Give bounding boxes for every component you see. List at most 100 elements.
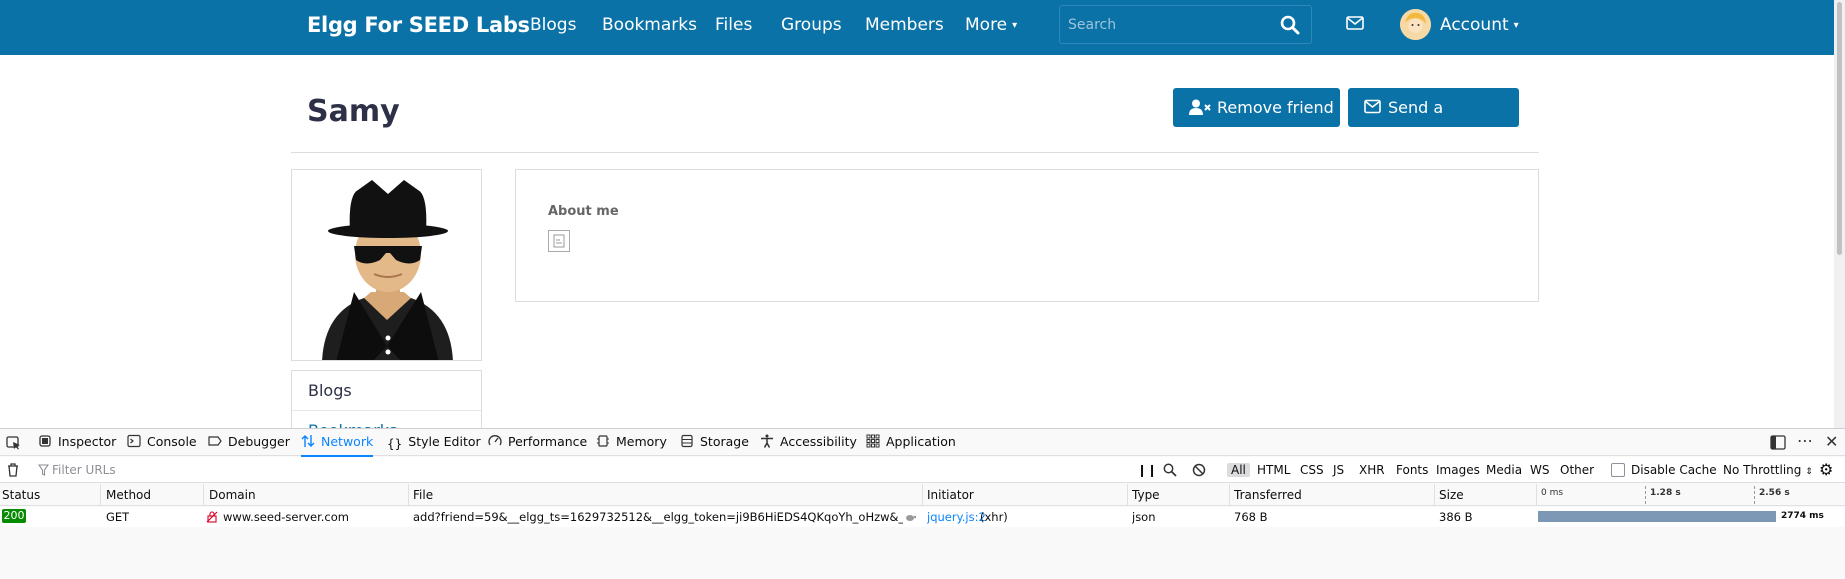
filter-fonts[interactable]: Fonts	[1396, 463, 1428, 477]
page-title: Samy	[307, 94, 400, 129]
tab-debugger[interactable]: Debugger	[208, 434, 290, 449]
tab-style-editor[interactable]: {} Style Editor	[387, 434, 481, 451]
col-status[interactable]: Status	[2, 488, 40, 502]
tab-application[interactable]: Application	[866, 434, 956, 449]
initiator-type: (xhr)	[980, 510, 1008, 524]
devtools-panel: Inspector Console Debugger Network {} Sty…	[0, 428, 1845, 579]
filter-html[interactable]: HTML	[1257, 463, 1290, 477]
close-icon[interactable]: ✕	[1825, 432, 1838, 451]
search-icon[interactable]	[1280, 15, 1300, 35]
nav-blogs[interactable]: Blogs	[530, 15, 576, 35]
accessibility-icon	[760, 434, 774, 448]
col-method[interactable]: Method	[106, 488, 151, 502]
request-type: json	[1132, 510, 1156, 524]
filter-media[interactable]: Media	[1486, 463, 1522, 477]
braces-icon: {}	[387, 437, 403, 451]
tab-memory-label: Memory	[616, 434, 667, 449]
nav-files[interactable]: Files	[715, 15, 752, 35]
tab-network-label: Network	[321, 434, 374, 449]
col-divider	[100, 484, 101, 506]
filter-images[interactable]: Images	[1436, 463, 1480, 477]
filter-js[interactable]: JS	[1333, 463, 1344, 477]
tab-debugger-label: Debugger	[228, 434, 290, 449]
col-divider	[408, 484, 409, 506]
waterfall-tick-line	[1645, 486, 1646, 504]
filter-all[interactable]: All	[1227, 463, 1250, 477]
tab-performance-label: Performance	[508, 434, 588, 449]
gauge-icon	[488, 434, 502, 448]
trash-icon[interactable]	[6, 462, 20, 477]
spy-avatar-image	[292, 170, 481, 360]
network-arrows-icon	[301, 434, 315, 448]
filter-css[interactable]: CSS	[1300, 463, 1324, 477]
account-menu[interactable]: Account ▾	[1440, 15, 1519, 35]
scrollbar-thumb[interactable]	[1837, 2, 1842, 255]
remove-friend-label: Remove friend	[1217, 98, 1334, 117]
user-avatar[interactable]	[1400, 9, 1431, 40]
nav-groups[interactable]: Groups	[781, 15, 842, 35]
profile-photo	[291, 169, 482, 361]
account-label: Account	[1440, 15, 1509, 35]
throttling-select[interactable]: No Throttling ⇕	[1723, 463, 1813, 477]
col-size[interactable]: Size	[1439, 488, 1464, 502]
col-transferred[interactable]: Transferred	[1234, 488, 1302, 502]
tab-inspector[interactable]: Inspector	[38, 434, 116, 449]
tab-style-editor-label: Style Editor	[408, 434, 481, 449]
filter-xhr[interactable]: XHR	[1359, 463, 1385, 477]
col-divider	[1434, 484, 1435, 506]
tab-performance[interactable]: Performance	[488, 434, 587, 449]
status-badge: 200	[2, 509, 26, 523]
col-domain[interactable]: Domain	[209, 488, 256, 502]
tab-accessibility[interactable]: Accessibility	[760, 434, 857, 449]
waterfall-bar	[1538, 511, 1776, 522]
search-input[interactable]	[1068, 15, 1268, 35]
tab-accessibility-label: Accessibility	[780, 434, 857, 449]
waterfall-tick-line	[1754, 486, 1755, 504]
throttling-value: No Throttling	[1723, 463, 1802, 477]
devtools-toolbar: Inspector Console Debugger Network {} Sty…	[0, 429, 1845, 457]
user-times-icon	[1189, 99, 1211, 115]
tab-network[interactable]: Network	[301, 434, 374, 457]
side-menu-blogs[interactable]: Blogs	[292, 371, 481, 411]
turtle-icon	[906, 515, 916, 521]
tab-application-label: Application	[886, 434, 956, 449]
send-message-button[interactable]: Send a message	[1348, 88, 1519, 156]
settings-gear-icon[interactable]: ⚙	[1819, 460, 1833, 479]
filter-urls-input[interactable]	[52, 461, 332, 479]
side-menu-bookmarks[interactable]: Bookmarks	[292, 411, 481, 428]
table-row[interactable]: 200 GET www.seed-server.com add?friend=5…	[0, 507, 1845, 527]
element-picker-icon[interactable]	[6, 436, 21, 450]
tab-console[interactable]: Console	[127, 434, 197, 449]
search-icon[interactable]	[1163, 463, 1177, 477]
site-brand-link[interactable]: Elgg For SEED Labs	[307, 13, 530, 37]
filter-other[interactable]: Other	[1560, 463, 1594, 477]
remove-friend-button[interactable]: Remove friend	[1173, 88, 1340, 127]
messages-envelope-icon[interactable]	[1346, 15, 1364, 31]
disable-cache-label[interactable]: Disable Cache	[1631, 463, 1717, 477]
request-method: GET	[106, 510, 130, 524]
filter-ws[interactable]: WS	[1530, 463, 1549, 477]
pause-icon[interactable]: ❙❙	[1137, 463, 1157, 477]
dock-side-icon[interactable]	[1770, 435, 1786, 450]
col-type[interactable]: Type	[1132, 488, 1160, 502]
initiator-link[interactable]: jquery.js:2	[927, 510, 986, 524]
col-file[interactable]: File	[413, 488, 433, 502]
page-scrollbar[interactable]	[1834, 0, 1845, 428]
more-options-icon[interactable]: ⋯	[1797, 431, 1813, 450]
filter-funnel-icon	[38, 464, 49, 476]
tab-console-label: Console	[147, 434, 197, 449]
col-divider	[922, 484, 923, 506]
nav-bookmarks[interactable]: Bookmarks	[602, 15, 697, 35]
tab-storage[interactable]: Storage	[680, 434, 749, 449]
disable-cache-checkbox[interactable]	[1611, 463, 1625, 477]
request-transferred: 768 B	[1234, 510, 1268, 524]
about-me-card: About me	[515, 169, 1539, 302]
nav-more[interactable]: More ▾	[965, 15, 1017, 35]
block-icon[interactable]	[1192, 463, 1206, 477]
debugger-icon	[208, 434, 222, 448]
tab-memory[interactable]: Memory	[596, 434, 667, 449]
memory-chip-icon	[596, 434, 610, 448]
nav-members[interactable]: Members	[865, 15, 944, 35]
col-initiator[interactable]: Initiator	[927, 488, 974, 502]
top-navbar: Elgg For SEED Labs Blogs Bookmarks Files…	[0, 0, 1834, 55]
